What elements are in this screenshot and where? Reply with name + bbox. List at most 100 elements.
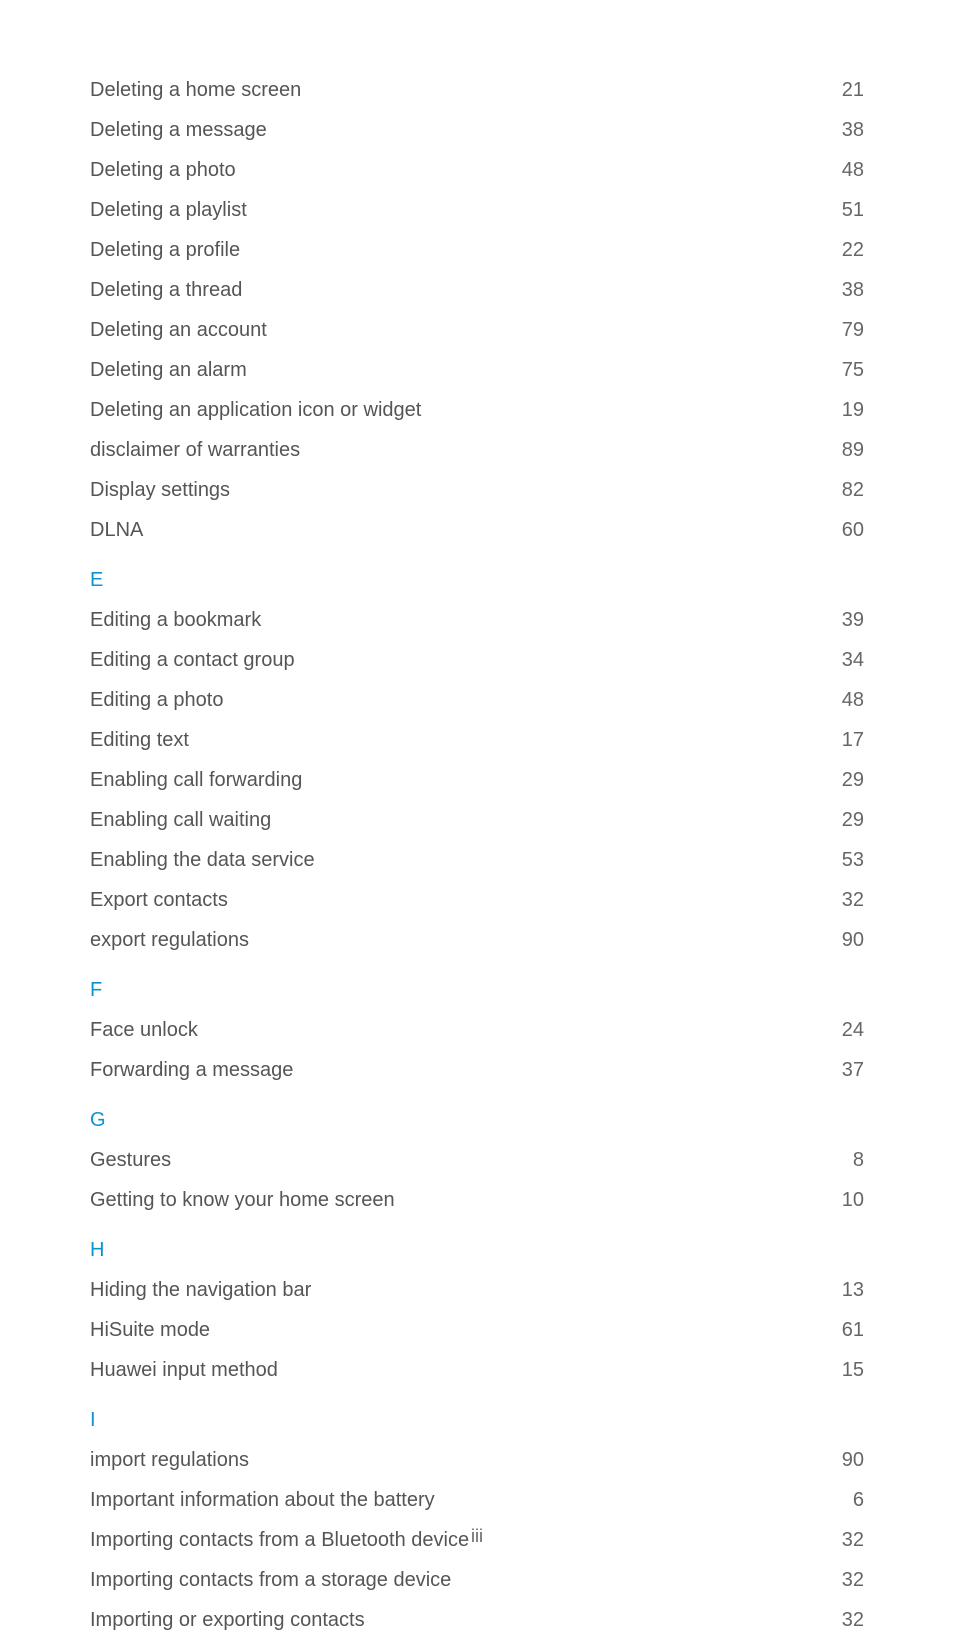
index-entry-label: export regulations — [90, 925, 249, 955]
index-entry-label: Display settings — [90, 475, 230, 505]
index-entry[interactable]: Deleting a message 38 — [90, 115, 864, 145]
index-entry[interactable]: Enabling the data service 53 — [90, 845, 864, 875]
index-entry[interactable]: disclaimer of warranties 89 — [90, 435, 864, 465]
page-number: iii — [0, 1526, 954, 1547]
index-entry-page: 75 — [824, 355, 864, 385]
index-entry[interactable]: Enabling call forwarding 29 — [90, 765, 864, 795]
index-entry-page: 34 — [824, 645, 864, 675]
index-entry-label: Face unlock — [90, 1015, 198, 1045]
index-entry-label: Importing or exporting contacts — [90, 1605, 365, 1635]
index-entry-label: Deleting an application icon or widget — [90, 395, 421, 425]
index-entry-page: 29 — [824, 765, 864, 795]
index-entry-label: Editing a bookmark — [90, 605, 261, 635]
index-entry-page: 51 — [824, 195, 864, 225]
index-entry[interactable]: Deleting an application icon or widget 19 — [90, 395, 864, 425]
index-entry[interactable]: export regulations 90 — [90, 925, 864, 955]
index-entry-page: 13 — [824, 1275, 864, 1305]
index-entry[interactable]: Editing a contact group 34 — [90, 645, 864, 675]
index-entry[interactable]: Getting to know your home screen 10 — [90, 1185, 864, 1215]
index-entry-page: 38 — [824, 275, 864, 305]
index-entry[interactable]: Deleting a photo 48 — [90, 155, 864, 185]
index-entry-page: 61 — [824, 1315, 864, 1345]
index-entry[interactable]: Gestures8 — [90, 1145, 864, 1175]
index-entry[interactable]: Important information about the battery 6 — [90, 1485, 864, 1515]
section-letter: H — [90, 1235, 864, 1265]
index-entry-label: disclaimer of warranties — [90, 435, 300, 465]
section-letter: E — [90, 565, 864, 595]
section-letter: F — [90, 975, 864, 1005]
index-entry-label: Enabling call waiting — [90, 805, 271, 835]
index-entry-page: 90 — [824, 1445, 864, 1475]
index-entry-page: 29 — [824, 805, 864, 835]
index-entry-label: Getting to know your home screen — [90, 1185, 395, 1215]
index-entry[interactable]: Editing text 17 — [90, 725, 864, 755]
index-entry[interactable]: Deleting a profile 22 — [90, 235, 864, 265]
index-entry-page: 6 — [824, 1485, 864, 1515]
index-entry-page: 24 — [824, 1015, 864, 1045]
index-entry-page: 15 — [824, 1355, 864, 1385]
index-entry[interactable]: Editing a photo 48 — [90, 685, 864, 715]
index-entry[interactable]: Display settings 82 — [90, 475, 864, 505]
index-entry[interactable]: Export contacts 32 — [90, 885, 864, 915]
index-entry-label: Huawei input method — [90, 1355, 278, 1385]
index-entry-label: Editing a photo — [90, 685, 223, 715]
index-entry-page: 22 — [824, 235, 864, 265]
index-entry-label: Deleting a photo — [90, 155, 236, 185]
index-entry-label: Deleting a playlist — [90, 195, 247, 225]
index-entry-page: 82 — [824, 475, 864, 505]
index-entry-page: 32 — [824, 1605, 864, 1635]
index-entry-page: 8 — [824, 1145, 864, 1175]
index-entry[interactable]: HiSuite mode61 — [90, 1315, 864, 1345]
index-entry-label: Deleting a home screen — [90, 75, 301, 105]
index-entry[interactable]: Deleting a playlist 51 — [90, 195, 864, 225]
index-entry-page: 48 — [824, 155, 864, 185]
index-entry[interactable]: Forwarding a message 37 — [90, 1055, 864, 1085]
index-entry-label: Hiding the navigation bar — [90, 1275, 311, 1305]
index-entry-page: 32 — [824, 1565, 864, 1595]
index-entry[interactable]: Importing or exporting contacts 32 — [90, 1605, 864, 1635]
index-entry-label: Editing a contact group — [90, 645, 295, 675]
index-entry-label: Deleting an account — [90, 315, 267, 345]
index-entry[interactable]: DLNA 60 — [90, 515, 864, 545]
section-letter: G — [90, 1105, 864, 1135]
index-entry-page: 90 — [824, 925, 864, 955]
index-entry[interactable]: Hiding the navigation bar 13 — [90, 1275, 864, 1305]
index-entry[interactable]: Deleting an alarm 75 — [90, 355, 864, 385]
index-entry-label: Deleting a profile — [90, 235, 240, 265]
index-entry-label: Deleting an alarm — [90, 355, 247, 385]
index-entry-label: Enabling call forwarding — [90, 765, 302, 795]
index-entry-page: 19 — [824, 395, 864, 425]
index-entry-label: DLNA — [90, 515, 143, 545]
index-entry-page: 60 — [824, 515, 864, 545]
index-entry-page: 79 — [824, 315, 864, 345]
index-entry[interactable]: Importing contacts from a storage device… — [90, 1565, 864, 1595]
index-entry[interactable]: Editing a bookmark39 — [90, 605, 864, 635]
index-entry-label: Export contacts — [90, 885, 228, 915]
index-entry-page: 10 — [824, 1185, 864, 1215]
index-entry-label: Important information about the battery — [90, 1485, 435, 1515]
index-entry-label: Enabling the data service — [90, 845, 315, 875]
index-entry[interactable]: Huawei input method 15 — [90, 1355, 864, 1385]
index-entry-label: Editing text — [90, 725, 189, 755]
index-entry-page: 48 — [824, 685, 864, 715]
index-entry-page: 38 — [824, 115, 864, 145]
index-content: Deleting a home screen 21 Deleting a messa… — [90, 75, 864, 1635]
index-entry-label: Deleting a message — [90, 115, 267, 145]
section-letter: I — [90, 1405, 864, 1435]
index-entry[interactable]: Enabling call waiting 29 — [90, 805, 864, 835]
index-entry[interactable]: Deleting an account 79 — [90, 315, 864, 345]
index-entry-label: Deleting a thread — [90, 275, 242, 305]
index-entry[interactable]: Deleting a home screen 21 — [90, 75, 864, 105]
index-entry-page: 53 — [824, 845, 864, 875]
index-entry-page: 17 — [824, 725, 864, 755]
index-entry-page: 21 — [824, 75, 864, 105]
index-entry-label: import regulations — [90, 1445, 249, 1475]
index-entry[interactable]: Deleting a thread 38 — [90, 275, 864, 305]
index-entry-label: Forwarding a message — [90, 1055, 293, 1085]
index-entry-page: 37 — [824, 1055, 864, 1085]
index-entry-label: Importing contacts from a storage device — [90, 1565, 451, 1595]
index-entry-page: 32 — [824, 885, 864, 915]
index-entry-page: 89 — [824, 435, 864, 465]
index-entry[interactable]: import regulations 90 — [90, 1445, 864, 1475]
index-entry[interactable]: Face unlock 24 — [90, 1015, 864, 1045]
